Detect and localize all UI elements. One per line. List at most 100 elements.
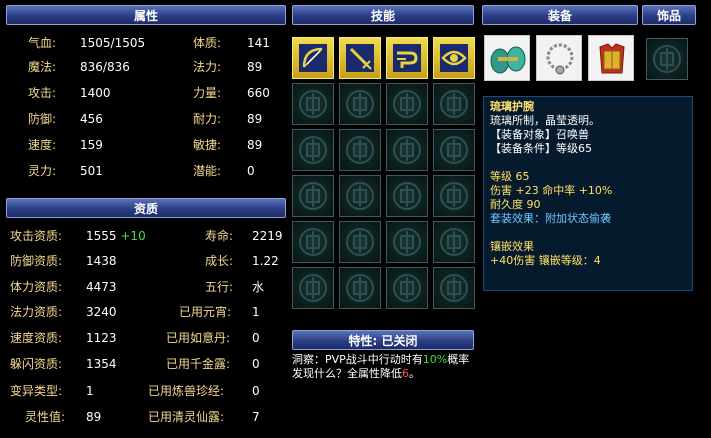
slot-emblem-icon xyxy=(653,45,681,73)
aptitude-label: 寿命: xyxy=(205,229,234,243)
sword-skill-icon xyxy=(346,44,374,72)
attr-value: 660 xyxy=(247,86,270,100)
attr-label: 潜能: xyxy=(193,164,222,178)
attr-label: 速度: xyxy=(28,138,57,152)
aptitude-label: 躲闪资质: xyxy=(10,357,63,371)
attr-label: 力量: xyxy=(193,86,222,100)
slot-emblem-icon xyxy=(393,90,421,118)
slot-emblem-icon xyxy=(346,274,374,302)
aptitude-label: 已用如意丹: xyxy=(166,331,231,345)
item-tooltip: 琉璃护腕 琉璃所制，晶莹透明。 【装备对象】召唤兽 【装备条件】等级65 等级 … xyxy=(483,96,693,291)
aptitude-value: 2219 xyxy=(252,229,283,243)
empty-skill-slot[interactable] xyxy=(433,129,475,171)
empty-skill-slot[interactable] xyxy=(292,267,334,309)
slot-emblem-icon xyxy=(346,136,374,164)
empty-skill-slot[interactable] xyxy=(433,221,475,263)
empty-skill-slot[interactable] xyxy=(433,175,475,217)
empty-skill-slot[interactable] xyxy=(386,129,428,171)
empty-skill-slot[interactable] xyxy=(386,175,428,217)
aptitude-label: 防御资质: xyxy=(10,254,63,268)
aptitude-label: 攻击资质: xyxy=(10,229,63,243)
accessory-header: 饰品 xyxy=(642,5,696,25)
item-condition: 【装备条件】等级65 xyxy=(490,142,592,155)
skill-slot[interactable] xyxy=(386,37,428,79)
bow-skill-icon xyxy=(299,44,327,72)
aptitude-value: 1438 xyxy=(86,254,117,268)
slot-emblem-icon xyxy=(440,182,468,210)
trait-number: 6 xyxy=(402,367,409,380)
attr-value: 89 xyxy=(247,138,263,152)
aptitude-label: 灵性值: xyxy=(25,410,66,424)
item-desc: 琉璃所制，晶莹透明。 xyxy=(490,114,600,127)
aptitude-value: 1.22 xyxy=(252,254,279,268)
empty-skill-slot[interactable] xyxy=(339,129,381,171)
slot-emblem-icon xyxy=(346,90,374,118)
aptitude-value: 1555 xyxy=(86,229,117,243)
slot-emblem-icon xyxy=(440,274,468,302)
aptitude-value: 1123 xyxy=(86,331,117,345)
empty-skill-slot[interactable] xyxy=(433,267,475,309)
empty-skill-slot[interactable] xyxy=(433,83,475,125)
aptitude-value: 0 xyxy=(252,384,260,398)
attr-label: 魔法: xyxy=(28,60,57,74)
item-inlay-value: +40伤害 镶嵌等级：4 xyxy=(490,254,601,267)
attr-label: 敏捷: xyxy=(193,138,222,152)
necklace-icon xyxy=(546,43,574,75)
empty-skill-slot[interactable] xyxy=(292,129,334,171)
attr-label: 攻击: xyxy=(28,86,57,100)
equip-slot-armor[interactable] xyxy=(588,35,634,81)
attr-label: 体质: xyxy=(193,36,222,50)
slot-emblem-icon xyxy=(440,90,468,118)
empty-skill-slot[interactable] xyxy=(339,175,381,217)
item-target: 【装备对象】召唤兽 xyxy=(490,128,589,141)
empty-skill-slot[interactable] xyxy=(386,221,428,263)
bracer-icon xyxy=(490,46,526,74)
attr-value: 141 xyxy=(247,36,270,50)
empty-skill-slot[interactable] xyxy=(292,221,334,263)
aptitude-label: 五行: xyxy=(205,280,234,294)
aptitude-value: 1354 xyxy=(86,357,117,371)
slot-emblem-icon xyxy=(299,274,327,302)
attr-value: 159 xyxy=(80,138,103,152)
slot-emblem-icon xyxy=(299,182,327,210)
empty-skill-slot[interactable] xyxy=(339,221,381,263)
aptitude-bonus: +10 xyxy=(120,229,146,243)
slot-emblem-icon xyxy=(346,182,374,210)
aptitude-value: 水 xyxy=(252,280,265,294)
attr-value: 836/836 xyxy=(80,60,130,74)
item-inlay-title: 镶嵌效果 xyxy=(490,240,534,253)
trait-header[interactable]: 特性: 已关闭 xyxy=(292,330,474,350)
empty-skill-slot[interactable] xyxy=(386,83,428,125)
accessory-slot[interactable] xyxy=(646,38,688,80)
equip-slot-necklace[interactable] xyxy=(536,35,582,81)
empty-skill-slot[interactable] xyxy=(339,83,381,125)
empty-skill-slot[interactable] xyxy=(292,83,334,125)
aptitude-label: 成长: xyxy=(205,254,234,268)
skill-slot[interactable] xyxy=(433,37,475,79)
attr-label: 气血: xyxy=(28,36,57,50)
item-name: 琉璃护腕 xyxy=(490,100,534,113)
aptitude-label: 已用清灵仙露: xyxy=(148,410,225,424)
skill-slot[interactable] xyxy=(339,37,381,79)
slot-emblem-icon xyxy=(346,228,374,256)
empty-skill-slot[interactable] xyxy=(339,267,381,309)
attr-value: 456 xyxy=(80,112,103,126)
equip-slot-bracer[interactable] xyxy=(484,35,530,81)
slot-emblem-icon xyxy=(299,136,327,164)
trait-description: 洞察：PVP战斗中行动时有10%概率发现什么？全属性降低6。 xyxy=(292,353,474,381)
trait-prefix: 洞察：PVP战斗中行动时有 xyxy=(292,353,423,366)
empty-skill-slot[interactable] xyxy=(292,175,334,217)
slot-emblem-icon xyxy=(393,136,421,164)
empty-skill-slot[interactable] xyxy=(386,267,428,309)
aptitude-label: 已用元宵: xyxy=(179,305,232,319)
aptitude-label: 速度资质: xyxy=(10,331,63,345)
aptitude-value: 7 xyxy=(252,410,260,424)
aptitude-value: 1 xyxy=(86,384,94,398)
equipment-header: 装备 xyxy=(482,5,638,25)
skill-slot[interactable] xyxy=(292,37,334,79)
slot-emblem-icon xyxy=(393,182,421,210)
aptitude-value: 0 xyxy=(252,357,260,371)
attr-value: 89 xyxy=(247,112,263,126)
aptitude-value: 4473 xyxy=(86,280,117,294)
attr-value: 1400 xyxy=(80,86,111,100)
